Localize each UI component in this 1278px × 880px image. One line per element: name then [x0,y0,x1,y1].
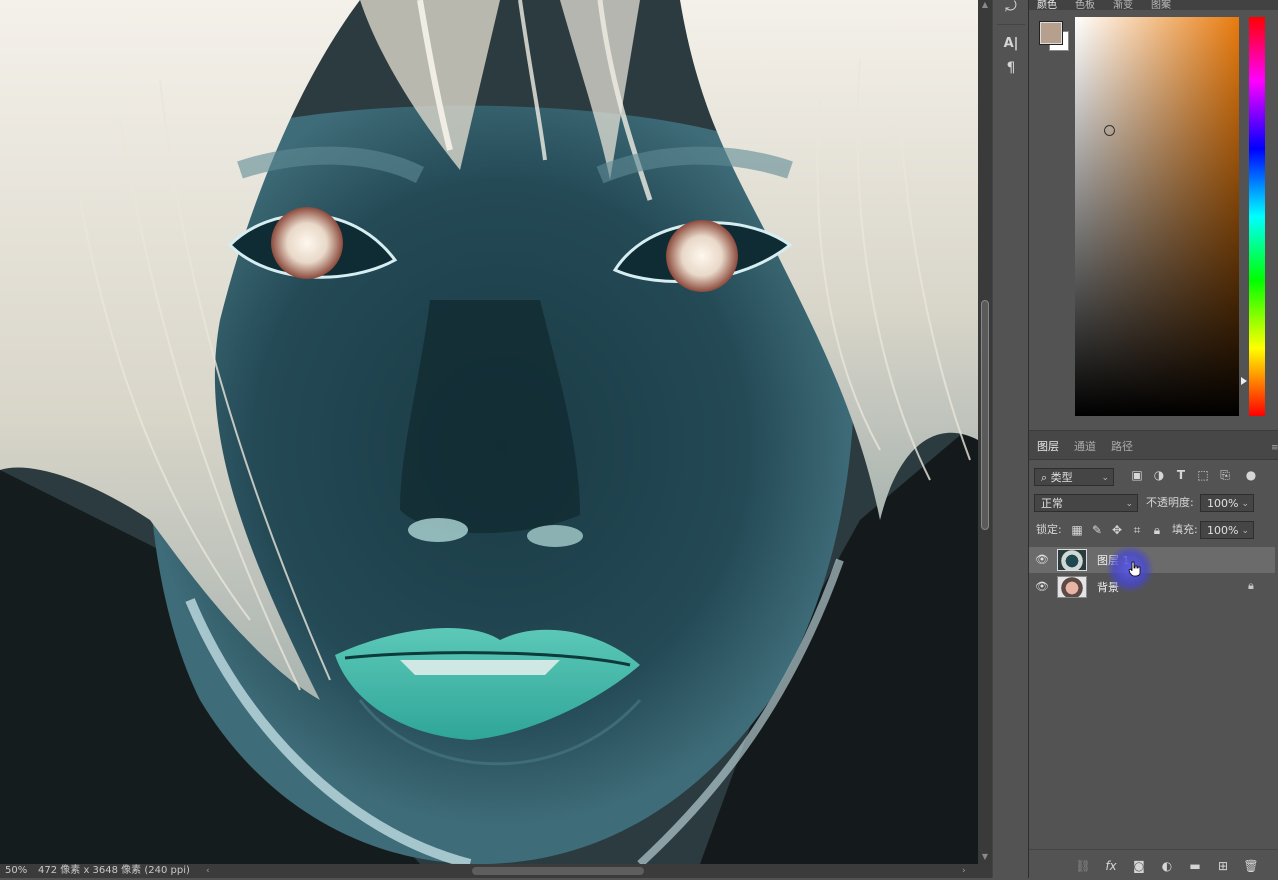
tab-color[interactable]: 颜色 [1037,0,1057,11]
layer-thumbnail [1057,576,1087,598]
scroll-up-arrow-icon[interactable]: ▲ [980,0,990,10]
vertical-scroll-thumb[interactable] [981,300,989,530]
zoom-level[interactable]: 50% [5,864,27,878]
type-layer-filter-icon[interactable]: T [1174,468,1188,482]
document-info: 472 像素 x 3648 像素 (240 ppi) [38,865,190,876]
blend-opacity-row: 正常 ⌄ 不透明度: 100% ⌄ [1034,494,1274,514]
shape-layer-filter-icon[interactable]: ⬚ [1196,468,1210,482]
document-canvas[interactable] [0,0,978,864]
layer-style-fx-icon[interactable]: fx [1103,858,1119,874]
fill-label: 填充: [1172,523,1198,536]
status-menu-arrow-icon[interactable]: ‹ [206,864,210,878]
blend-mode-value: 正常 [1041,497,1063,510]
panel-menu-icon[interactable]: ≡ [1271,443,1278,453]
chevron-down-icon: ⌄ [1125,499,1133,509]
layers-panel-tabs: 图层 通道 路径 ≡ [1029,430,1278,460]
tab-gradients[interactable]: 渐变 [1113,0,1133,11]
lock-image-pixels-icon[interactable]: ✎ [1090,523,1104,537]
lock-transparent-pixels-icon[interactable]: ▦ [1070,523,1084,537]
search-icon: ⌕ [1041,471,1048,484]
layer-filter-value: 类型 [1050,471,1073,484]
character-icon[interactable]: A| [999,33,1023,55]
panel-icon-strip: ⤾ A| ¶ [992,0,1029,878]
add-mask-icon[interactable]: ◙ [1131,858,1147,874]
tab-paths[interactable]: 路径 [1111,438,1133,454]
strip-divider [997,24,1025,25]
tab-channels[interactable]: 通道 [1074,438,1096,454]
vertical-scrollbar[interactable]: ▲ ▼ [978,0,992,864]
tab-patterns[interactable]: 图案 [1151,0,1171,11]
eye-icon[interactable]: 👁︎ [1035,553,1049,567]
color-saturation-field[interactable] [1075,17,1239,416]
filter-toggle-icon[interactable]: ● [1244,468,1258,482]
paragraph-icon[interactable]: ¶ [999,57,1023,79]
hue-slider[interactable] [1249,17,1265,416]
scroll-right-arrow-icon[interactable]: › [962,864,966,878]
history-brush-icon[interactable]: ⤾ [999,0,1023,18]
color-picker-ring[interactable] [1104,125,1115,136]
inverted-portrait-image [0,0,978,864]
hue-slider-marker-icon[interactable] [1241,377,1247,385]
pixel-layer-filter-icon[interactable]: ▣ [1130,468,1144,482]
adjustment-layer-icon[interactable]: ◐ [1159,858,1175,874]
fill-value: 100% [1207,524,1239,537]
opacity-label: 不透明度: [1146,496,1194,509]
opacity-value: 100% [1207,497,1239,510]
tab-layers[interactable]: 图层 [1033,430,1063,458]
lock-position-icon[interactable]: ✥ [1110,523,1124,537]
layer-thumbnail [1057,549,1087,571]
tab-swatches[interactable]: 色板 [1075,0,1095,11]
layer-filter-dropdown[interactable]: ⌕ 类型 ⌄ [1034,468,1114,486]
right-panels: 颜色 色板 渐变 图案 图层 通道 路径 ≡ ⌕ 类型 ⌄ ▣ ◑ T ⬚ ⎘ … [1028,0,1278,879]
lock-fill-row: 锁定: ▦ ✎ ✥ ⌗ 🔒︎ 填充: 100% ⌄ [1034,521,1274,541]
adjustment-layer-filter-icon[interactable]: ◑ [1152,468,1166,482]
new-layer-icon[interactable]: ⊞ [1215,858,1231,874]
lock-artboard-icon[interactable]: ⌗ [1130,523,1144,537]
chevron-down-icon: ⌄ [1241,526,1249,536]
layer-filter-row: ⌕ 类型 ⌄ ▣ ◑ T ⬚ ⎘ ● [1034,468,1274,488]
lock-icon[interactable]: 🔒︎ [1248,579,1254,593]
lock-label: 锁定: [1036,523,1062,536]
fill-input[interactable]: 100% ⌄ [1200,521,1254,539]
horizontal-scroll-thumb[interactable] [472,867,644,875]
scroll-down-arrow-icon[interactable]: ▼ [980,852,990,862]
delete-layer-icon[interactable]: 🗑︎ [1243,858,1259,874]
opacity-input[interactable]: 100% ⌄ [1200,494,1254,512]
layers-panel-footer: ⛓ fx ◙ ◐ ▬ ⊞ 🗑︎ [1029,849,1278,880]
status-bar: 50% 472 像素 x 3648 像素 (240 ppi) ‹ › [0,864,992,878]
color-panel-tabs: 颜色 色板 渐变 图案 [1029,0,1278,11]
link-layers-icon[interactable]: ⛓ [1075,858,1091,874]
chevron-down-icon: ⌄ [1241,499,1249,509]
smart-object-filter-icon[interactable]: ⎘ [1218,468,1232,482]
layers-panel: 图层 通道 路径 ≡ ⌕ 类型 ⌄ ▣ ◑ T ⬚ ⎘ ● 正常 ⌄ 不透明度: [1029,430,1278,879]
lock-all-icon[interactable]: 🔒︎ [1150,523,1164,537]
eye-icon[interactable]: 👁︎ [1035,580,1049,594]
foreground-color-swatch[interactable] [1039,21,1063,45]
new-group-folder-icon[interactable]: ▬ [1187,858,1203,874]
blend-mode-dropdown[interactable]: 正常 ⌄ [1034,494,1138,512]
chevron-down-icon: ⌄ [1101,473,1109,483]
hand-cursor-icon [1128,561,1141,577]
